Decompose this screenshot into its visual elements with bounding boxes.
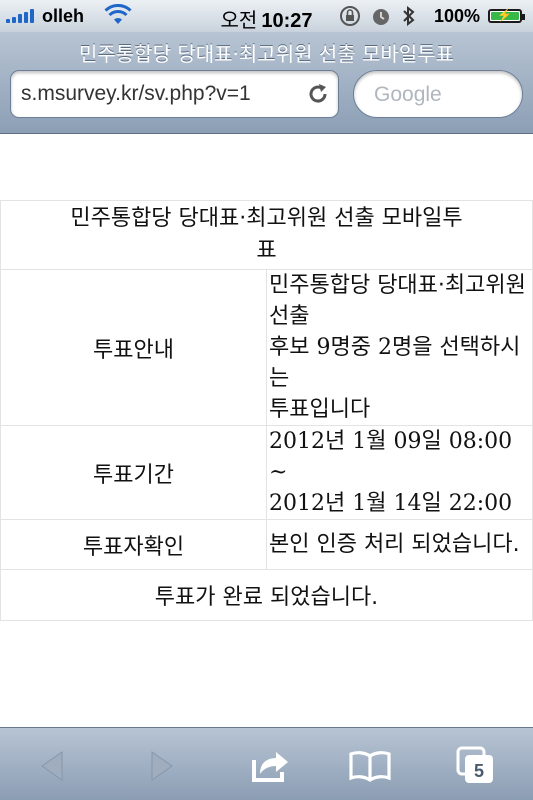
unit-text: 년 <box>325 429 353 454</box>
guide-line: 선출 <box>269 304 310 329</box>
table-row: 투표자확인 본인 인증 처리 되었습니다. <box>0 519 533 570</box>
page-content: 민주통합당 당대표·최고위원 선출 모바일투 표 투표안내 민주통합당 당대표·… <box>0 134 533 727</box>
orientation-lock-icon <box>340 6 360 26</box>
unit-text: 일 <box>421 429 449 454</box>
screen: { "status_bar": { "carrier": "olleh", "t… <box>0 0 533 800</box>
browser-toolbar: 5 <box>0 727 533 800</box>
table-row: 투표가 완료 되었습니다. <box>0 569 533 621</box>
verify-label: 투표자확인 <box>0 519 267 570</box>
vote-title-line1: 민주통합당 당대표·최고위원 선출 모바일투 <box>70 206 463 231</box>
charging-bolt-icon: ⚡ <box>497 8 512 22</box>
verify-status: 본인 인증 처리 되었습니다. <box>266 519 533 570</box>
candidate-total: 9 <box>316 335 331 360</box>
unit-text: 년 <box>325 491 353 516</box>
table-row: 민주통합당 당대표·최고위원 선출 모바일투 표 <box>0 200 533 270</box>
period-end-time: 22:00 <box>448 491 513 516</box>
bookmarks-icon[interactable] <box>348 746 392 786</box>
url-text[interactable]: s.msurvey.kr/sv.php?v=1 <box>21 82 303 106</box>
guide-line: 민주통합당 당대표·최고위원 <box>269 273 526 298</box>
clock-time: 10:27 <box>261 10 313 32</box>
page-title: 민주통합당 당대표·최고위원 선출 모바일투표 <box>78 42 455 66</box>
vote-title: 민주통합당 당대표·최고위원 선출 모바일투 표 <box>0 200 533 270</box>
guide-text: 후보 <box>269 335 317 360</box>
url-bar[interactable]: s.msurvey.kr/sv.php?v=1 <box>10 70 339 118</box>
vote-title-line2: 표 <box>256 238 277 263</box>
period-start-day: 09 <box>393 429 422 454</box>
period-label: 투표기간 <box>0 425 267 520</box>
clock-ampm: 오전 <box>220 10 258 32</box>
table-row: 투표기간 2012년 1월 09일 08:00 ~ 2012년 1월 14일 2… <box>0 425 533 520</box>
search-placeholder: Google <box>374 83 442 106</box>
status-bar: olleh 오전 10:27 100% ⚡ <box>0 0 533 32</box>
guide-text: 명중 <box>330 335 378 360</box>
period-end-month: 1 <box>352 491 367 516</box>
completion-message: 투표가 완료 되었습니다. <box>0 569 533 621</box>
forward-icon[interactable] <box>138 746 182 786</box>
guide-line: 투표입니다 <box>269 397 371 422</box>
tabs-button[interactable]: 5 <box>456 746 500 786</box>
guide-value: 민주통합당 당대표·최고위원 선출 후보 9명중 2명을 선택하시는 투표입니다 <box>266 269 533 426</box>
candidate-select-count: 2 <box>377 335 392 360</box>
vote-info-table: 민주통합당 당대표·최고위원 선출 모바일투 표 투표안내 민주통합당 당대표·… <box>0 200 533 621</box>
period-start-year: 2012 <box>269 429 325 454</box>
unit-text: 월 <box>366 491 394 516</box>
guide-label: 투표안내 <box>0 269 267 426</box>
back-icon[interactable] <box>32 746 76 786</box>
period-end-year: 2012 <box>269 491 325 516</box>
period-end-day: 14 <box>393 491 422 516</box>
unit-text: 월 <box>366 429 394 454</box>
browser-chrome: 민주통합당 당대표·최고위원 선출 모바일투표 s.msurvey.kr/sv.… <box>0 32 533 134</box>
tab-count: 5 <box>474 761 484 781</box>
search-input[interactable]: Google <box>353 70 523 118</box>
reload-icon[interactable] <box>306 82 330 106</box>
table-row: 투표안내 민주통합당 당대표·최고위원 선출 후보 9명중 2명을 선택하시는 … <box>0 269 533 426</box>
alarm-icon <box>373 9 389 25</box>
battery-icon: ⚡ <box>488 8 525 23</box>
unit-text: 일 <box>421 491 449 516</box>
period-start-month: 1 <box>352 429 367 454</box>
share-icon[interactable] <box>248 746 292 786</box>
tabs-icon: 5 <box>456 746 493 783</box>
period-value: 2012년 1월 09일 08:00 ~ 2012년 1월 14일 22:00 <box>266 425 533 520</box>
bluetooth-icon <box>403 6 415 26</box>
battery-percent: 100% <box>434 6 481 26</box>
